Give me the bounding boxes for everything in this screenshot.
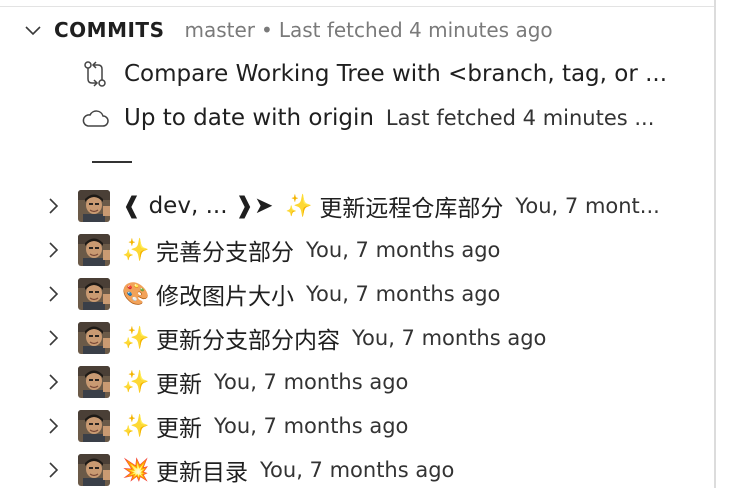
branch-refs: ❰ dev, ... ❱➤ — [122, 193, 274, 219]
commit-row[interactable]: ✨ 更新 You, 7 months ago — [0, 404, 700, 448]
avatar — [78, 234, 110, 266]
up-to-date-fetched: Last fetched 4 minutes ... — [385, 106, 655, 130]
chevron-right-icon[interactable] — [42, 327, 64, 349]
commits-panel: COMMITS master • Last fetched 4 minutes ag… — [0, 0, 730, 488]
commit-message: 更新 — [156, 416, 202, 442]
cloud-icon — [80, 103, 110, 133]
chevron-right-icon[interactable] — [42, 283, 64, 305]
commits-section-header[interactable]: COMMITS master • Last fetched 4 minutes ag… — [0, 12, 714, 48]
compare-label: Compare Working Tree with <branch, tag, … — [124, 61, 668, 87]
section-meta: master • Last fetched 4 minutes ago — [184, 18, 552, 42]
separator-line — [92, 161, 132, 163]
commit-message: 更新 — [156, 372, 202, 398]
commit-author-time: You, 7 mont... — [515, 194, 660, 218]
avatar — [78, 322, 110, 354]
commit-message: 完善分支部分 — [156, 240, 294, 266]
up-to-date-label: Up to date with origin — [124, 105, 374, 131]
up-to-date-item[interactable]: Up to date with origin Last fetched 4 mi… — [0, 96, 700, 140]
commit-author-time: You, 7 months ago — [214, 370, 409, 394]
panel-scrollbar-edge — [714, 0, 716, 488]
chevron-right-icon[interactable] — [42, 195, 64, 217]
section-title: COMMITS — [54, 18, 165, 42]
avatar — [78, 190, 110, 222]
commit-author-time: You, 7 months ago — [260, 458, 455, 482]
avatar — [78, 366, 110, 398]
avatar — [78, 454, 110, 486]
commit-message: 更新远程仓库部分 — [319, 196, 504, 222]
chevron-right-icon[interactable] — [42, 371, 64, 393]
chevron-down-icon[interactable] — [22, 19, 44, 41]
commit-author-time: You, 7 months ago — [352, 326, 547, 350]
chevron-right-icon[interactable] — [42, 459, 64, 481]
commit-message: 更新分支部分内容 — [156, 328, 340, 354]
compare-icon — [80, 59, 110, 89]
commit-emoji-icon: ✨ — [122, 237, 150, 263]
top-border — [0, 0, 716, 7]
branch-name: master — [184, 18, 256, 42]
commit-row[interactable]: ❰ dev, ... ❱➤ ✨ 更新远程仓库部分 You, 7 mont... — [0, 184, 700, 228]
commit-row[interactable]: 💥 更新目录 You, 7 months ago — [0, 448, 700, 488]
commit-emoji-icon: ✨ — [122, 369, 150, 395]
commit-message: 更新目录 — [156, 460, 248, 486]
commit-message: 修改图片大小 — [156, 284, 294, 310]
commit-author-time: You, 7 months ago — [214, 414, 409, 438]
commit-row[interactable]: 🎨 修改图片大小 You, 7 months ago — [0, 272, 700, 316]
commit-row[interactable]: ✨ 更新分支部分内容 You, 7 months ago — [0, 316, 700, 360]
commit-row[interactable]: ✨ 更新 You, 7 months ago — [0, 360, 700, 404]
avatar — [78, 278, 110, 310]
commit-emoji-icon: ✨ — [122, 413, 150, 439]
chevron-right-icon[interactable] — [42, 415, 64, 437]
commit-emoji-icon: ✨ — [122, 325, 150, 351]
commit-emoji-icon: 💥 — [122, 457, 150, 483]
commit-author-time: You, 7 months ago — [306, 282, 501, 306]
commit-author-time: You, 7 months ago — [306, 238, 501, 262]
chevron-right-icon[interactable] — [42, 239, 64, 261]
commit-emoji-icon: ✨ — [285, 193, 313, 219]
meta-separator: • — [261, 18, 273, 42]
last-fetched-text: Last fetched 4 minutes ago — [278, 18, 553, 42]
commit-emoji-icon: 🎨 — [122, 281, 150, 307]
commit-row[interactable]: ✨ 完善分支部分 You, 7 months ago — [0, 228, 700, 272]
compare-working-tree-item[interactable]: Compare Working Tree with <branch, tag, … — [0, 52, 700, 96]
avatar — [78, 410, 110, 442]
